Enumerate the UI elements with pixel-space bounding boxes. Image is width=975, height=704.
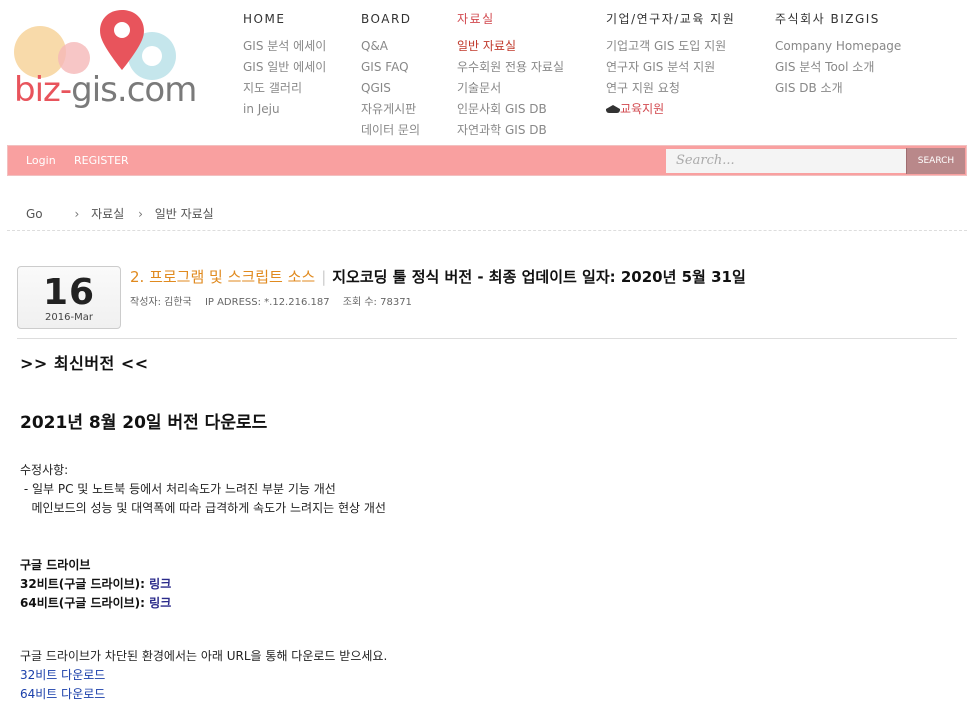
menu-item-map-gallery[interactable]: 지도 갤러리 [243, 78, 326, 99]
version-download-heading: 2021년 8월 20일 버전 다운로드 [20, 413, 268, 433]
breadcrumb-divider [7, 230, 967, 231]
menu-item-gis-tool-intro[interactable]: GIS 분석 Tool 소개 [775, 57, 901, 78]
menu-item-qgis[interactable]: QGIS [361, 78, 420, 99]
chevron-right-icon: › [74, 207, 80, 221]
search-button[interactable]: SEARCH [906, 148, 965, 174]
changes-label: 수정사항: [20, 463, 69, 477]
post-ip: IP ADRESS: *.12.216.187 [204, 297, 330, 308]
menu-head-resources[interactable]: 자료실 [457, 10, 564, 28]
menu-head-support[interactable]: 기업/연구자/교육 지원 [606, 10, 735, 28]
menu-column-resources: 자료실 일반 자료실 우수회원 전용 자료실 기술문서 인문사회 GIS DB … [457, 10, 564, 141]
search-input[interactable]: Search... [666, 149, 906, 173]
title-separator: | [321, 268, 327, 286]
breadcrumb-general-resources[interactable]: 일반 자료실 [155, 205, 214, 222]
menu-item-gis-general-essay[interactable]: GIS 일반 에세이 [243, 57, 326, 78]
breadcrumb: Go › 자료실 › 일반 자료실 [26, 205, 214, 222]
post-year-month: 2016-Mar [45, 312, 93, 323]
gdrive-64-link[interactable]: 링크 [149, 596, 171, 610]
login-link[interactable]: Login [26, 146, 56, 175]
menu-item-in-jeju[interactable]: in Jeju [243, 99, 326, 120]
menu-item-gis-faq[interactable]: GIS FAQ [361, 57, 420, 78]
post-divider [17, 338, 957, 339]
gdrive-32-link[interactable]: 링크 [149, 577, 171, 591]
menu-item-education-support[interactable]: 교육지원 [606, 99, 735, 120]
menu-column-board: BOARD Q&A GIS FAQ QGIS 자유게시판 데이터 문의 [361, 10, 420, 141]
chevron-right-icon: › [138, 207, 143, 221]
account-search-bar: Login REGISTER Search... SEARCH [7, 145, 967, 176]
menu-item-research-request[interactable]: 연구 지원 요청 [606, 78, 735, 99]
gdrive-64-label: 64비트(구글 드라이브): [20, 596, 150, 610]
menu-column-support: 기업/연구자/교육 지원 기업고객 GIS 도입 지원 연구자 GIS 분석 지… [606, 10, 735, 120]
graduation-cap-icon [606, 104, 620, 114]
menu-item-company-homepage[interactable]: Company Homepage [775, 36, 901, 57]
logo-wordmark: biz-gis.com [14, 70, 197, 110]
gdrive-64-row: 64비트(구글 드라이브): 링크 [20, 594, 950, 613]
menu-item-free-board[interactable]: 자유게시판 [361, 99, 420, 120]
menu-item-humanities-gis-db[interactable]: 인문사회 GIS DB [457, 99, 564, 120]
menu-item-gis-analysis-essay[interactable]: GIS 분석 에세이 [243, 36, 326, 57]
menu-head-board[interactable]: BOARD [361, 10, 420, 28]
menu-item-premium-resources[interactable]: 우수회원 전용 자료실 [457, 57, 564, 78]
site-logo[interactable]: biz-gis.com [10, 4, 210, 114]
menu-column-company: 주식회사 BIZGIS Company Homepage GIS 분석 Tool… [775, 10, 901, 99]
post-views: 조회 수: 78371 [342, 297, 412, 308]
breadcrumb-home[interactable]: Go [26, 207, 43, 221]
post-day: 16 [42, 272, 96, 313]
post-meta: 작성자: 김한국 IP ADRESS: *.12.216.187 조회 수: 7… [130, 293, 422, 308]
menu-item-general-resources[interactable]: 일반 자료실 [457, 36, 564, 57]
breadcrumb-resources[interactable]: 자료실 [91, 205, 124, 222]
menu-item-natural-science-gis-db[interactable]: 자연과학 GIS DB [457, 120, 564, 141]
change-item-1: - 일부 PC 및 노트북 등에서 처리속도가 느려진 부분 기능 개선 [20, 482, 336, 496]
post-category[interactable]: 2. 프로그램 및 스크립트 소스 [130, 268, 315, 286]
menu-item-gis-db-intro[interactable]: GIS DB 소개 [775, 78, 901, 99]
menu-item-researcher-support[interactable]: 연구자 GIS 분석 지원 [606, 57, 735, 78]
post-title: 2. 프로그램 및 스크립트 소스 | 지오코딩 툴 정식 버전 - 최종 업데이트… [130, 266, 746, 287]
post-title-text: 지오코딩 툴 정식 버전 - 최종 업데이트 일자: 2020년 5월 31일 [332, 268, 746, 286]
download-64-link[interactable]: 64비트 다운로드 [20, 685, 950, 704]
gdrive-32-label: 32비트(구글 드라이브): [20, 577, 150, 591]
post-body: >> 최신버전 << 2021년 8월 20일 버전 다운로드 수정사항: - … [20, 348, 950, 704]
menu-column-home: HOME GIS 분석 에세이 GIS 일반 에세이 지도 갤러리 in Jej… [243, 10, 326, 120]
download-32-link[interactable]: 32비트 다운로드 [20, 666, 950, 685]
menu-head-home[interactable]: HOME [243, 10, 326, 28]
menu-item-data-inquiry[interactable]: 데이터 문의 [361, 120, 420, 141]
menu-item-qna[interactable]: Q&A [361, 36, 420, 57]
menu-item-education-label: 교육지원 [620, 102, 665, 116]
post-date-badge: 16 2016-Mar [17, 266, 121, 329]
menu-item-tech-docs[interactable]: 기술문서 [457, 78, 564, 99]
post-author: 작성자: 김한국 [130, 297, 192, 308]
menu-item-enterprise-support[interactable]: 기업고객 GIS 도입 지원 [606, 36, 735, 57]
latest-version-heading: >> 최신버전 << [20, 354, 149, 373]
change-item-2: 메인보드의 성능 및 대역폭에 따라 급격하게 속도가 느려지는 현상 개선 [20, 501, 386, 515]
blocked-note: 구글 드라이브가 차단된 환경에서는 아래 URL을 통해 다운로드 받으세요. [20, 649, 388, 663]
gdrive-heading: 구글 드라이브 [20, 558, 91, 572]
register-link[interactable]: REGISTER [74, 146, 129, 175]
menu-head-company[interactable]: 주식회사 BIZGIS [775, 10, 901, 28]
gdrive-32-row: 32비트(구글 드라이브): 링크 [20, 575, 950, 594]
